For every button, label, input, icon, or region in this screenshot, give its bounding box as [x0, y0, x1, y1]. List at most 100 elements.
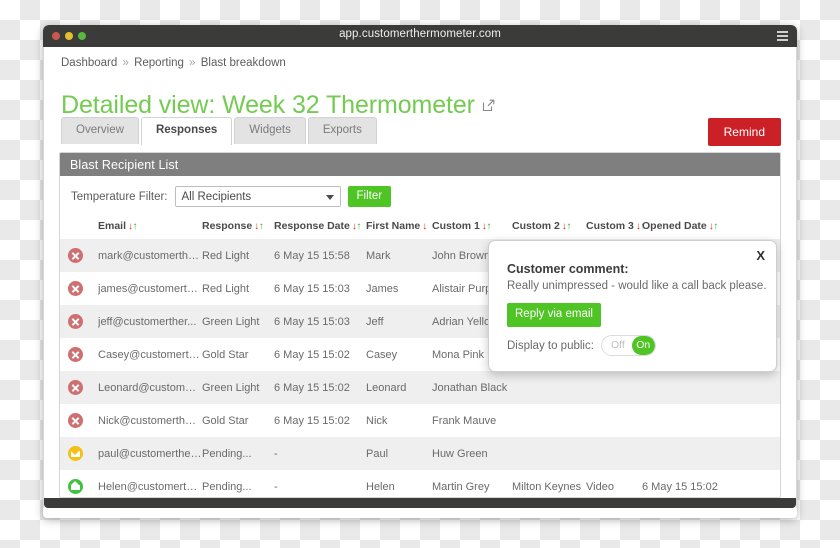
- cell-c2: [512, 437, 586, 470]
- column-header-c2[interactable]: Custom 2 ↓↑: [512, 217, 586, 239]
- popup-heading: Customer comment:: [507, 262, 629, 276]
- comment-cell: [738, 371, 780, 404]
- sort-arrows[interactable]: ↓: [422, 220, 427, 232]
- sort-ascending-icon[interactable]: ↑: [486, 221, 491, 232]
- tab-overview[interactable]: Overview: [61, 117, 139, 144]
- cell-c2: [512, 371, 586, 404]
- breadcrumb-item-reporting[interactable]: Reporting: [134, 57, 184, 69]
- tab-exports[interactable]: Exports: [307, 117, 377, 144]
- cell-respdate: 6 May 15 15:03: [274, 315, 350, 328]
- sort-ascending-icon[interactable]: ↑: [356, 221, 361, 232]
- cell-opened: [642, 404, 738, 437]
- breadcrumb-item-blast-breakdown[interactable]: Blast breakdown: [201, 57, 286, 69]
- column-header-label: Email: [98, 220, 127, 232]
- sort-ascending-icon[interactable]: ↑: [259, 221, 264, 232]
- cell-email: james@customerthe...: [98, 282, 202, 295]
- display-to-public-row: Display to public: Off On: [507, 335, 656, 356]
- temperature-filter-value: All Recipients: [181, 190, 252, 203]
- sort-arrows[interactable]: ↓↑: [482, 220, 491, 232]
- column-header-respdate[interactable]: Response Date ↓↑: [274, 217, 366, 239]
- cell-first: Jeff: [366, 315, 384, 328]
- status-cell: [60, 338, 98, 371]
- cell-response: Green Light: [202, 381, 260, 394]
- status-cell: [60, 371, 98, 404]
- browser-url-title: app.customerthermometer.com: [339, 28, 501, 40]
- status-cell: [60, 470, 98, 497]
- column-header-comment: [738, 217, 780, 239]
- bounced-status-icon: [68, 314, 83, 329]
- column-header-c3[interactable]: Custom 3 ↓↑: [586, 217, 645, 239]
- cell-email: mark@customerther...: [98, 249, 202, 262]
- column-header-status: [60, 217, 98, 239]
- browser-title-bar: app.customerthermometer.com: [43, 25, 797, 47]
- cell-first: Nick: [366, 414, 388, 427]
- cell-respdate: -: [274, 480, 278, 493]
- column-header-label: Custom 1: [432, 220, 480, 232]
- display-to-public-label: Display to public:: [507, 339, 594, 352]
- cell-opened: 6 May 15 15:02: [642, 480, 718, 493]
- bounced-status-icon: [68, 380, 83, 395]
- table-row[interactable]: paul@customerther... Pending... - Paul Huw G…: [60, 437, 780, 470]
- edit-external-link-icon[interactable]: [482, 99, 495, 112]
- sort-arrows[interactable]: ↓↑: [562, 220, 571, 232]
- browser-window: app.customerthermometer.com Dashboard » …: [43, 25, 797, 518]
- filter-button[interactable]: Filter: [347, 185, 392, 208]
- column-header-email[interactable]: Email ↓↑: [98, 217, 202, 239]
- breadcrumb-separator: »: [122, 57, 129, 69]
- cell-response: Green Light: [202, 315, 260, 328]
- table-row[interactable]: Helen@customerthe... Pending... - Helen Mart…: [60, 470, 780, 497]
- sort-arrows[interactable]: ↓↑: [709, 220, 718, 232]
- close-icon[interactable]: X: [756, 249, 765, 262]
- cell-respdate: 6 May 15 15:03: [274, 282, 350, 295]
- column-header-label: Custom 2: [512, 220, 560, 232]
- comment-cell: [738, 470, 780, 497]
- cell-response: Red Light: [202, 249, 250, 262]
- table-header-row: Email ↓↑ Response ↓↑ Response Date ↓↑ First Na…: [60, 217, 780, 239]
- column-header-label: Opened Date: [642, 220, 707, 232]
- cell-opened: [642, 371, 738, 404]
- cell-c1: Frank Mauve: [432, 414, 497, 427]
- table-row[interactable]: Nick@customerther... Gold Star 6 May 15 15…: [60, 404, 780, 437]
- breadcrumb-separator: »: [189, 57, 196, 69]
- toggle-off-label[interactable]: Off: [602, 336, 632, 355]
- cell-c3: Video: [586, 480, 614, 493]
- cell-response: Gold Star: [202, 414, 249, 427]
- window-footer-bar: [44, 498, 796, 508]
- tab-responses[interactable]: Responses: [140, 117, 233, 145]
- opened-status-icon: [68, 479, 83, 494]
- sort-arrows[interactable]: ↓↑: [254, 220, 263, 232]
- sort-arrows[interactable]: ↓↑: [352, 220, 361, 232]
- column-header-label: First Name: [366, 220, 421, 232]
- toggle-on-label[interactable]: On: [631, 336, 655, 355]
- tab-widgets[interactable]: Widgets: [234, 117, 306, 144]
- customer-comment-popup: X Customer comment: Really unimpressed -…: [488, 240, 777, 372]
- column-header-first[interactable]: First Name ↓: [366, 217, 432, 239]
- tab-bar: Overview Responses Widgets Exports: [61, 117, 377, 145]
- column-header-c1[interactable]: Custom 1 ↓↑: [432, 217, 512, 239]
- sort-arrows[interactable]: ↓↑: [128, 220, 137, 232]
- cell-email: Nick@customerther...: [98, 414, 202, 427]
- table-row[interactable]: Leonard@customert... Green Light 6 May 15 …: [60, 371, 780, 404]
- bounced-status-icon: [68, 347, 83, 362]
- sort-descending-icon[interactable]: ↓: [422, 221, 427, 232]
- sort-ascending-icon[interactable]: ↑: [133, 221, 138, 232]
- column-header-response[interactable]: Response ↓↑: [202, 217, 274, 239]
- column-header-opened[interactable]: Opened Date ↓↑: [642, 217, 738, 239]
- cell-first: Mark: [366, 249, 391, 262]
- sort-ascending-icon[interactable]: ↑: [566, 221, 571, 232]
- breadcrumb-item-dashboard[interactable]: Dashboard: [61, 57, 117, 69]
- cell-respdate: 6 May 15 15:02: [274, 414, 350, 427]
- cell-c2: [512, 404, 586, 437]
- cell-email: paul@customerther...: [98, 447, 202, 460]
- reply-via-email-button[interactable]: Reply via email: [507, 303, 601, 327]
- remind-button[interactable]: Remind: [707, 118, 781, 146]
- cell-respdate: 6 May 15 15:02: [274, 381, 350, 394]
- cell-email: jeff@customerther...: [98, 315, 197, 328]
- hamburger-menu-icon[interactable]: [777, 31, 788, 41]
- cell-respdate: -: [274, 447, 278, 460]
- display-to-public-toggle[interactable]: Off On: [600, 335, 656, 356]
- sort-ascending-icon[interactable]: ↑: [713, 221, 718, 232]
- page-content: Dashboard » Reporting » Blast breakdown …: [43, 47, 797, 508]
- temperature-filter-select[interactable]: All Recipients: [174, 186, 341, 207]
- bounced-status-icon: [68, 248, 83, 263]
